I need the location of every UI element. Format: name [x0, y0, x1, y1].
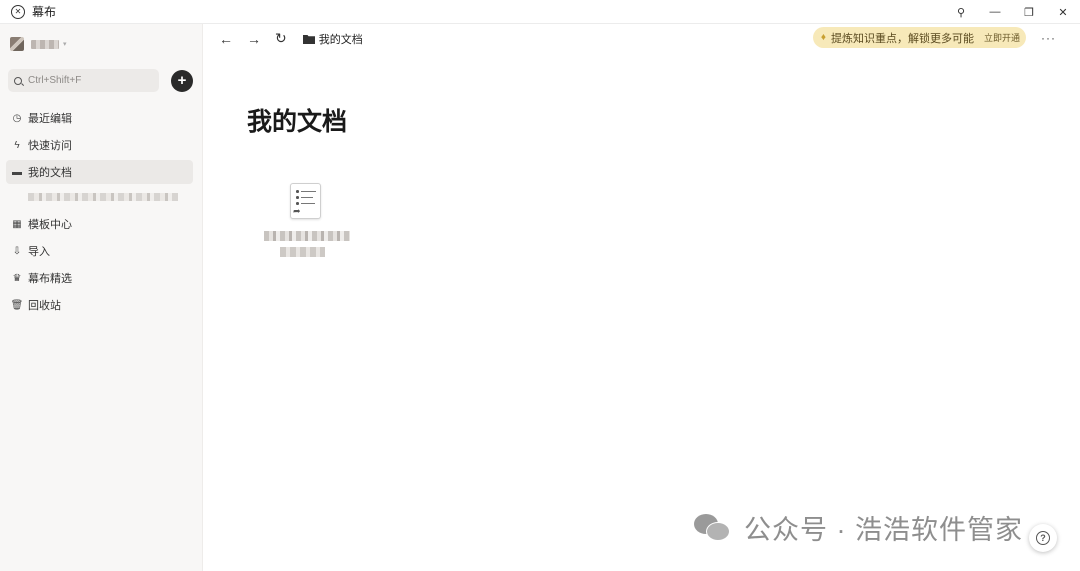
- sidebar-sub-item-doc[interactable]: [28, 186, 193, 208]
- breadcrumb[interactable]: 我的文档: [302, 31, 363, 47]
- watermark: 公众号 · 浩浩软件管家: [694, 508, 1023, 547]
- page-title: 我的文档: [247, 108, 348, 136]
- sidebar-item-label: 快速访问: [28, 140, 72, 152]
- sidebar-item-import[interactable]: ⇩ 导入: [6, 239, 193, 263]
- sidebar-item-featured[interactable]: ♛ 幕布精选: [6, 266, 193, 290]
- sidebar-item-templates[interactable]: ▦ 模板中心: [6, 212, 193, 236]
- blurred-doc-name: [28, 193, 178, 201]
- blurred-doc-title: [264, 231, 350, 241]
- import-icon: ⇩: [12, 245, 22, 257]
- share-arrow-icon: ➦: [293, 206, 301, 216]
- chevron-down-icon: ▾: [63, 41, 67, 48]
- search-placeholder: Ctrl+Shift+F: [28, 75, 82, 86]
- wechat-bubble-small: [706, 521, 730, 541]
- crown-icon: ♛: [12, 272, 22, 284]
- upgrade-cta-button[interactable]: 立即开通: [984, 31, 1020, 44]
- sidebar-item-label: 回收站: [28, 300, 61, 312]
- sidebar-item-label: 导入: [28, 246, 50, 258]
- document-card[interactable]: ➦: [260, 180, 354, 264]
- close-button[interactable]: ✕: [1046, 0, 1080, 24]
- sidebar-item-label: 模板中心: [28, 219, 72, 231]
- doc-icon-dot: [296, 202, 299, 205]
- username-blurred: [31, 39, 59, 49]
- breadcrumb-label: 我的文档: [318, 33, 363, 46]
- search-icon: [14, 76, 22, 85]
- shared-document-icon: ➦: [290, 183, 321, 219]
- sidebar: ▾ Ctrl+Shift+F + ◷ 最近编辑 ϟ 快速访问 ▬ 我的文档 ▦ …: [0, 24, 203, 571]
- sidebar-item-label: 最近编辑: [28, 113, 72, 125]
- sidebar-item-recent[interactable]: ◷ 最近编辑: [6, 106, 193, 130]
- doc-icon-dot: [296, 190, 299, 193]
- doc-icon-line: [301, 202, 315, 204]
- search-input[interactable]: Ctrl+Shift+F: [8, 69, 159, 92]
- user-profile[interactable]: ▾: [10, 37, 67, 51]
- sidebar-nav: ◷ 最近编辑 ϟ 快速访问 ▬ 我的文档 ▦ 模板中心 ⇩ 导入 ♛ 幕布精选 …: [6, 106, 193, 320]
- doc-icon-line: [301, 190, 316, 192]
- back-button[interactable]: ←: [219, 31, 233, 47]
- sidebar-item-label: 幕布精选: [28, 273, 72, 285]
- pin-button[interactable]: ⚲: [944, 0, 978, 24]
- help-icon: ?: [1036, 531, 1050, 545]
- watermark-text: 公众号 · 浩浩软件管家: [744, 515, 1023, 545]
- title-bar: ✕ 幕布 ⚲ — ❐ ✕: [0, 0, 1080, 24]
- app-title: 幕布: [32, 5, 57, 19]
- blurred-doc-title-line2: [280, 247, 325, 257]
- sidebar-item-quick-access[interactable]: ϟ 快速访问: [6, 133, 193, 157]
- sidebar-item-label: 我的文档: [28, 167, 72, 179]
- add-button[interactable]: +: [171, 70, 193, 92]
- help-button[interactable]: ?: [1029, 524, 1057, 552]
- window-controls: ⚲ — ❐ ✕: [944, 0, 1080, 24]
- wechat-icon: [694, 512, 732, 544]
- trash-icon: 🗑: [10, 299, 24, 311]
- folder-icon: ▬: [12, 166, 22, 178]
- diamond-icon: ♦: [820, 32, 826, 43]
- doc-icon-line: [301, 196, 313, 198]
- template-icon: ▦: [12, 218, 22, 230]
- refresh-button[interactable]: ↻: [275, 30, 287, 47]
- sidebar-item-my-docs[interactable]: ▬ 我的文档: [6, 160, 193, 184]
- upgrade-text: 提炼知识重点，解锁更多可能: [830, 32, 974, 45]
- app-window: ✕ 幕布 ⚲ — ❐ ✕ ▾ Ctrl+Shift+F + ◷ 最近编辑 ϟ 快…: [0, 0, 1080, 571]
- more-menu-button[interactable]: ···: [1041, 31, 1056, 45]
- forward-button[interactable]: →: [247, 31, 261, 47]
- minimize-button[interactable]: —: [978, 0, 1012, 24]
- sidebar-item-trash[interactable]: 🗑 回收站: [6, 293, 193, 317]
- app-logo-icon: ✕: [11, 4, 25, 19]
- restore-button[interactable]: ❐: [1012, 0, 1046, 24]
- toolbar: ← → ↻ 我的文档 ♦ 提炼知识重点，解锁更多可能 立即开通 ···: [204, 24, 1080, 53]
- lightning-icon: ϟ: [14, 139, 20, 151]
- folder-icon: [302, 34, 315, 44]
- upgrade-banner[interactable]: ♦ 提炼知识重点，解锁更多可能 立即开通: [812, 27, 1026, 48]
- avatar: [10, 37, 24, 51]
- clock-icon: ◷: [12, 112, 22, 124]
- doc-icon-dot: [296, 196, 299, 199]
